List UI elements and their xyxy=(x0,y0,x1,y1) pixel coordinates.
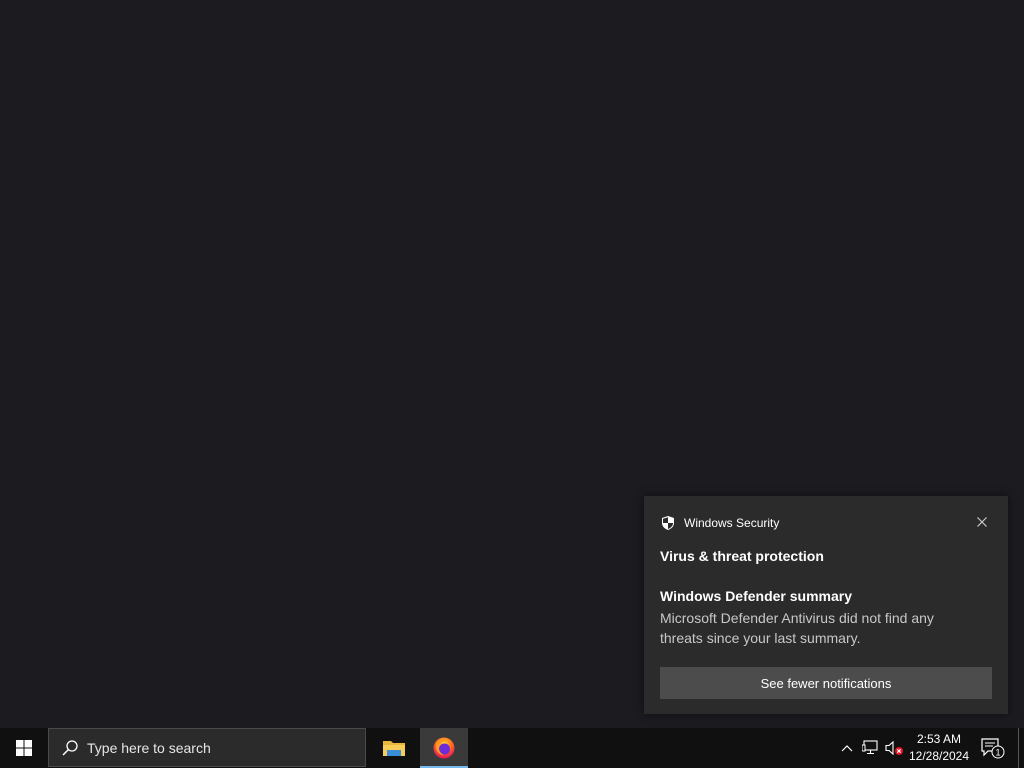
volume-muted-icon xyxy=(885,740,903,756)
show-desktop-button[interactable] xyxy=(1018,728,1024,768)
notification-icon: 1 xyxy=(981,738,1005,759)
chevron-up-icon xyxy=(841,745,853,752)
windows-logo-icon xyxy=(16,740,32,756)
network-button[interactable] xyxy=(860,728,882,768)
search-placeholder: Type here to search xyxy=(87,739,211,756)
folder-icon xyxy=(383,741,405,756)
taskbar: Type here to search 2:53 AM 12/28/2024 1 xyxy=(0,728,1024,768)
toast-title: Virus & threat protection xyxy=(660,548,824,564)
clock-date: 12/28/2024 xyxy=(908,749,970,763)
toast-header: Windows Security xyxy=(660,514,779,532)
clock[interactable]: 2:53 AM 12/28/2024 xyxy=(906,728,972,768)
volume-button[interactable] xyxy=(884,728,906,768)
clock-time: 2:53 AM xyxy=(916,732,962,746)
shield-icon xyxy=(660,515,676,531)
action-center-button[interactable]: 1 xyxy=(976,728,1010,768)
notification-count: 1 xyxy=(995,748,1000,758)
search-input[interactable]: Type here to search xyxy=(48,728,366,767)
close-button[interactable] xyxy=(974,514,990,530)
toast-app-name: Windows Security xyxy=(684,516,780,530)
toast-body: Microsoft Defender Antivirus did not fin… xyxy=(660,610,934,646)
show-hidden-icons-button[interactable] xyxy=(838,728,856,768)
taskbar-app-firefox[interactable] xyxy=(420,728,468,768)
start-button[interactable] xyxy=(0,728,48,768)
firefox-icon xyxy=(433,737,455,759)
search-icon xyxy=(61,739,79,757)
see-fewer-notifications-button[interactable]: See fewer notifications xyxy=(660,667,992,699)
close-icon xyxy=(977,517,987,527)
taskbar-app-file-explorer[interactable] xyxy=(370,728,418,768)
network-icon xyxy=(862,740,878,755)
toast-subtitle: Windows Defender summary xyxy=(660,588,853,604)
notification-toast[interactable]: Windows Security Virus & threat protecti… xyxy=(644,496,1008,714)
